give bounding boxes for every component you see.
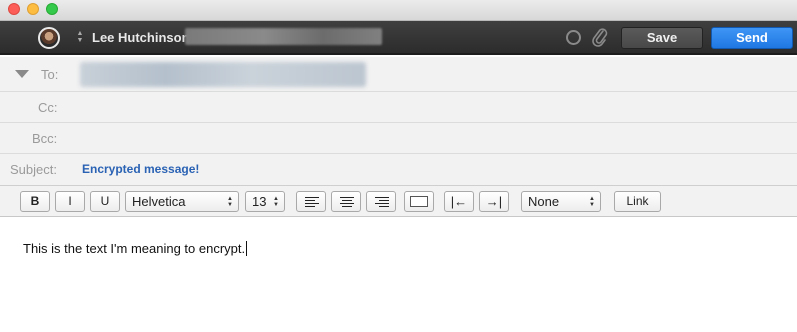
bcc-row[interactable]: Bcc: [0,123,797,154]
address-fields: To: Cc: Bcc: Subject: Encrypted message! [0,57,797,186]
body-text: This is the text I'm meaning to encrypt. [23,241,246,256]
bcc-label: Bcc: [32,131,58,146]
updown-icon: ▲ ▼ [273,196,279,208]
underline-button[interactable]: U [90,191,120,212]
from-selector-updown-icon[interactable]: ▲ ▼ [75,30,85,46]
from-address-redacted [185,28,382,45]
list-style-select[interactable]: None ▲ ▼ [521,191,601,212]
indent-button[interactable]: →| [479,191,509,212]
send-button[interactable]: Send [711,27,793,49]
compose-header: ▲ ▼ Lee Hutchinson Save Send [0,21,797,55]
message-body[interactable]: This is the text I'm meaning to encrypt. [0,218,797,332]
align-center-icon [340,197,354,209]
paperclip-icon[interactable] [591,27,609,47]
to-label: To: [41,67,59,82]
align-right-icon [375,197,389,209]
subject-label: Subject: [10,162,57,177]
font-select[interactable]: Helvetica ▲ ▼ [125,191,239,212]
link-button[interactable]: Link [614,191,661,212]
window-close-button[interactable] [8,3,20,15]
font-size-value: 13 [252,194,267,209]
outdent-button[interactable]: |← [444,191,474,212]
font-size-select[interactable]: 13 ▲ ▼ [245,191,285,212]
italic-button[interactable]: I [55,191,85,212]
color-well-button[interactable] [404,191,434,212]
updown-icon: ▲ ▼ [227,196,233,208]
cc-label: Cc: [38,100,58,115]
window-maximize-button[interactable] [46,3,58,15]
align-left-button[interactable] [296,191,326,212]
window-titlebar [0,0,797,21]
subject-field[interactable]: Encrypted message! [82,162,199,176]
to-row: To: [0,57,797,92]
font-select-value: Helvetica [132,194,186,209]
to-field-redacted[interactable] [80,62,366,87]
save-button[interactable]: Save [621,27,703,49]
format-toolbar: B I U Helvetica ▲ ▼ 13 ▲ ▼ |← →| None ▲ ▼ L… [0,186,797,217]
align-right-button[interactable] [366,191,396,212]
window-minimize-button[interactable] [27,3,39,15]
align-center-button[interactable] [331,191,361,212]
cc-row[interactable]: Cc: [0,92,797,123]
align-left-icon [305,197,319,209]
indent-icon: →| [485,194,503,209]
outdent-icon: |← [450,194,468,209]
list-style-value: None [528,194,560,209]
color-swatch-icon [410,196,428,207]
updown-icon: ▲ ▼ [589,196,595,208]
bold-button[interactable]: B [20,191,50,212]
avatar[interactable] [38,27,60,49]
subject-row[interactable]: Subject: Encrypted message! [0,154,797,186]
body-text-line[interactable]: This is the text I'm meaning to encrypt. [23,241,248,256]
status-circle-icon[interactable] [566,30,581,45]
from-name[interactable]: Lee Hutchinson [92,30,190,45]
disclosure-triangle-icon[interactable] [15,70,29,78]
text-caret [246,241,248,256]
